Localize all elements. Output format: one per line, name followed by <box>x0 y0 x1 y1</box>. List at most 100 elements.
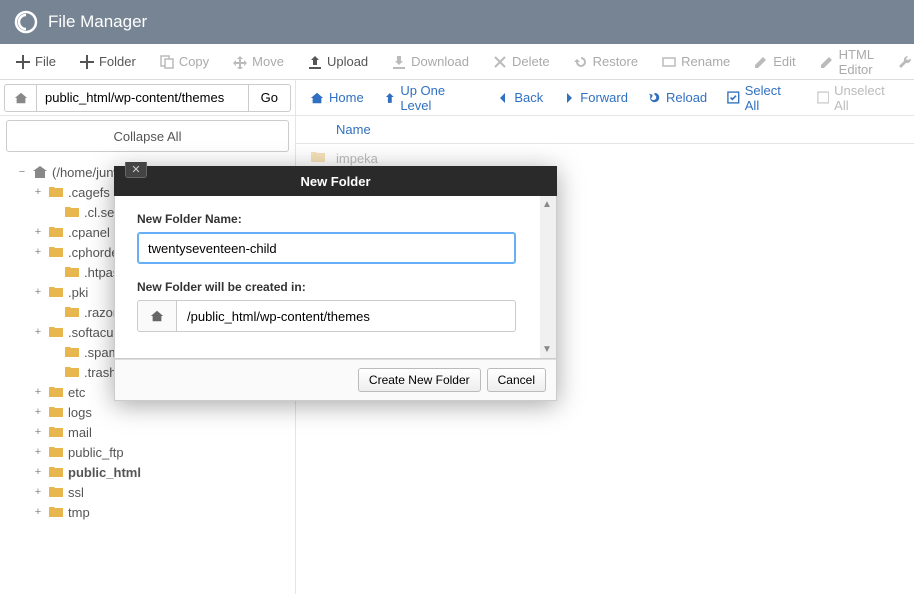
plus-icon[interactable]: + <box>32 426 44 438</box>
tree-item[interactable]: +tmp <box>4 502 291 522</box>
folder-icon <box>48 405 64 419</box>
upload-button[interactable]: Upload <box>296 44 380 80</box>
plus-icon[interactable]: + <box>32 406 44 418</box>
download-button[interactable]: Download <box>380 44 481 80</box>
tree-item[interactable]: + public_html <box>4 462 291 482</box>
check-square-icon <box>727 91 740 104</box>
plus-icon[interactable]: + <box>32 186 44 198</box>
folder-icon <box>48 325 64 339</box>
tree-item-label: .cagefs <box>68 185 110 200</box>
folder-icon <box>64 365 80 379</box>
path-input[interactable] <box>36 84 249 112</box>
toolbar: File Folder Copy Move Upload Download De… <box>0 44 914 80</box>
folder-name-input[interactable] <box>137 232 516 264</box>
arrow-right-icon <box>563 92 575 104</box>
folder-icon <box>64 265 80 279</box>
home-icon <box>310 91 324 105</box>
delete-button[interactable]: Delete <box>481 44 562 80</box>
move-button[interactable]: Move <box>221 44 296 80</box>
tree-item-label: mail <box>68 425 92 440</box>
upload-icon <box>308 55 322 69</box>
folder-icon <box>48 225 64 239</box>
collapse-all-button[interactable]: Collapse All <box>6 120 289 152</box>
pencil-icon <box>754 55 768 69</box>
folder-icon <box>48 445 64 459</box>
copy-icon <box>160 55 174 69</box>
tree-item-label: ssl <box>68 485 84 500</box>
square-icon <box>817 91 830 104</box>
reload-action[interactable]: Reload <box>638 80 717 116</box>
back-action[interactable]: Back <box>487 80 553 116</box>
restore-button[interactable]: Restore <box>562 44 651 80</box>
folder-icon <box>48 285 64 299</box>
folder-path-input[interactable] <box>177 300 516 332</box>
plus-icon[interactable]: + <box>32 506 44 518</box>
plus-icon[interactable]: + <box>32 446 44 458</box>
app-header: File Manager <box>0 0 914 44</box>
folder-path-label: New Folder will be created in: <box>137 280 516 294</box>
unselect-all-action[interactable]: Unselect All <box>807 80 910 116</box>
cancel-button[interactable]: Cancel <box>487 368 546 392</box>
reload-icon <box>648 91 661 104</box>
folder-icon <box>64 205 80 219</box>
list-header[interactable]: Name <box>296 116 914 144</box>
dialog-header[interactable]: ✕ New Folder <box>114 166 557 196</box>
tree-item[interactable]: +public_ftp <box>4 442 291 462</box>
folder-icon <box>64 345 80 359</box>
folder-icon <box>48 485 64 499</box>
column-name: Name <box>336 122 371 137</box>
plus-icon[interactable]: + <box>32 386 44 398</box>
plus-icon <box>80 55 94 69</box>
delete-icon <box>493 55 507 69</box>
close-icon: ✕ <box>131 163 140 176</box>
plus-icon[interactable]: + <box>32 486 44 498</box>
folder-button[interactable]: Folder <box>68 44 148 80</box>
edit-button[interactable]: Edit <box>742 44 807 80</box>
tree-item[interactable]: + ssl <box>4 482 291 502</box>
rename-icon <box>662 55 676 69</box>
copy-button[interactable]: Copy <box>148 44 221 80</box>
folder-icon <box>48 185 64 199</box>
plus-icon[interactable]: + <box>32 326 44 338</box>
tree-item[interactable]: + mail <box>4 422 291 442</box>
create-folder-button[interactable]: Create New Folder <box>358 368 481 392</box>
tree-item-label: .trash <box>84 365 117 380</box>
move-icon <box>233 55 247 69</box>
go-button[interactable]: Go <box>249 84 291 112</box>
file-button[interactable]: File <box>4 44 68 80</box>
plus-icon[interactable]: + <box>32 286 44 298</box>
minus-icon[interactable]: − <box>16 166 28 178</box>
home-icon <box>150 309 164 323</box>
path-home-button[interactable] <box>137 300 177 332</box>
folder-icon <box>48 425 64 439</box>
app-title: File Manager <box>48 12 147 32</box>
home-button[interactable] <box>4 84 36 112</box>
home-icon <box>32 165 48 179</box>
settings-button[interactable] <box>886 44 914 80</box>
tree-item-label: .cpanel <box>68 225 110 240</box>
select-all-action[interactable]: Select All <box>717 80 806 116</box>
scroll-down-icon[interactable]: ▼ <box>542 344 552 355</box>
tree-item-label: public_html <box>68 465 141 480</box>
scrollbar[interactable]: ▲ ▼ <box>540 196 556 358</box>
rename-button[interactable]: Rename <box>650 44 742 80</box>
wrench-icon <box>898 55 912 69</box>
new-folder-dialog: ✕ New Folder ▲ ▼ New Folder Name: New Fo… <box>114 166 557 401</box>
plus-icon[interactable]: + <box>32 466 44 478</box>
dialog-title: New Folder <box>114 174 557 189</box>
folder-icon <box>310 150 326 166</box>
file-name: impeka <box>336 151 378 166</box>
folder-icon <box>48 385 64 399</box>
dialog-footer: Create New Folder Cancel <box>114 359 557 401</box>
tree-item[interactable]: +logs <box>4 402 291 422</box>
plus-icon[interactable]: + <box>32 246 44 258</box>
close-button[interactable]: ✕ <box>125 162 147 178</box>
html-editor-button[interactable]: HTML Editor <box>808 44 886 80</box>
forward-action[interactable]: Forward <box>553 80 638 116</box>
tree-item-label: .razor <box>84 305 117 320</box>
plus-icon[interactable]: + <box>32 226 44 238</box>
up-action[interactable]: Up One Level <box>374 80 488 116</box>
scroll-up-icon[interactable]: ▲ <box>542 199 552 210</box>
home-action[interactable]: Home <box>300 80 374 116</box>
folder-name-label: New Folder Name: <box>137 212 516 226</box>
